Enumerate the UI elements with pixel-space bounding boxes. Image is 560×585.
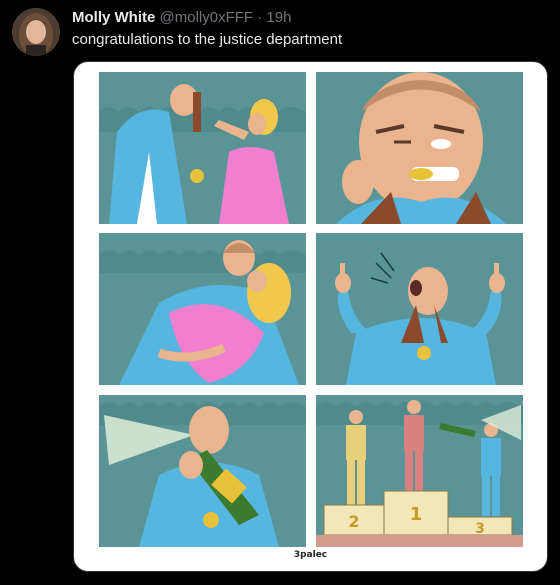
artist-signature: 3palec (293, 550, 328, 560)
user-handle[interactable]: @molly0xFFF (160, 9, 254, 26)
comic-panel-middle-fingers (316, 233, 523, 385)
separator: · (257, 9, 263, 26)
tweet-media-image[interactable]: 2 1 3 3palec (73, 61, 548, 572)
timestamp[interactable]: 19h (266, 9, 291, 26)
comic-panel-podium: 2 1 3 (316, 395, 523, 547)
podium-label-third: 3 (475, 521, 485, 537)
avatar-image (12, 8, 60, 56)
comic-panel-champagne-spray (99, 395, 306, 547)
comic-panel-medal-ceremony (99, 72, 306, 224)
podium-label-second: 2 (348, 512, 359, 531)
podium-label-first: 1 (410, 504, 423, 525)
display-name[interactable]: Molly White (72, 9, 155, 26)
tweet-text: congratulations to the justice departmen… (72, 31, 343, 48)
comic-panel-biting-medal (316, 72, 523, 224)
tweet-header: Molly White @molly0xFFF · 19h (72, 8, 291, 28)
avatar[interactable] (12, 8, 60, 56)
comic-panel-kiss (99, 233, 306, 385)
